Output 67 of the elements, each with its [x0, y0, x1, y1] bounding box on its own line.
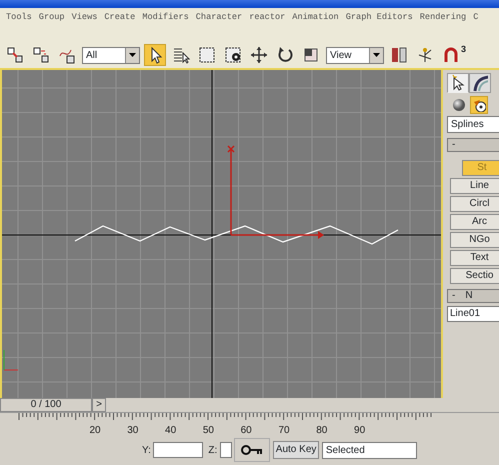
shapes-icon — [472, 98, 486, 112]
shape-button[interactable]: Circl — [450, 196, 499, 212]
scale-icon — [302, 46, 320, 64]
frame-number: 90 — [354, 425, 366, 436]
reference-coordinate-dropdown[interactable]: View — [326, 46, 384, 64]
magnet-icon — [442, 46, 460, 64]
coordinate-field[interactable] — [220, 442, 232, 458]
axis-constraint-icon — [416, 46, 434, 64]
menu-item[interactable]: reactor — [249, 11, 286, 24]
frame-number: 50 — [202, 425, 214, 436]
timeline-ruler[interactable]: 20 30 40 50 60 70 80 90 — [0, 413, 499, 438]
curve-icon — [472, 74, 488, 92]
mirror-icon — [390, 46, 408, 64]
key-mode-dropdown[interactable]: Selected — [322, 442, 417, 458]
auto-key-button[interactable]: Auto Key — [272, 441, 320, 459]
sphere-icon — [452, 98, 466, 112]
name-field[interactable]: Line01 — [447, 306, 499, 322]
coordinate-field[interactable] — [153, 442, 204, 458]
spline-line[interactable] — [74, 225, 398, 245]
modify-tab[interactable] — [469, 73, 491, 93]
next-frame-button[interactable]: > — [92, 398, 106, 412]
frame-number: 60 — [240, 425, 252, 436]
shape-button[interactable]: NGo — [450, 232, 499, 248]
rollout-header[interactable]: - N — [447, 289, 499, 303]
shape-button[interactable]: Line — [450, 178, 499, 194]
rotate-icon — [276, 46, 294, 64]
key-icon — [241, 445, 264, 455]
shape-button[interactable]: Sectio — [450, 268, 499, 284]
menu-item[interactable]: Graph Editors — [346, 11, 413, 24]
frame-number: 40 — [165, 425, 176, 436]
snap-label: 3 — [460, 43, 466, 56]
selection-filter-dropdown[interactable]: All — [82, 46, 140, 64]
menu-item[interactable]: Animation — [292, 11, 339, 24]
shape-button[interactable]: Arc — [450, 214, 499, 230]
select-by-name-icon — [172, 46, 190, 64]
shapes-category-button[interactable] — [470, 96, 488, 114]
menu-item[interactable]: Character — [196, 11, 242, 24]
rollout-header[interactable]: - — [447, 138, 499, 152]
category-dropdown[interactable]: Splines — [447, 116, 499, 133]
time-slider-handle[interactable]: 0 / 100 — [0, 398, 92, 412]
unlink-icon — [32, 46, 50, 64]
crossing-select-icon — [224, 46, 242, 64]
menu-item[interactable]: Group — [38, 11, 65, 24]
menu-item[interactable]: Rendering — [420, 11, 466, 24]
cursor-star-icon — [450, 74, 466, 92]
coordinate-label: Z: — [208, 444, 218, 458]
menu-item[interactable]: C — [473, 11, 478, 24]
link-icon — [6, 46, 24, 64]
select-tool-button[interactable] — [144, 44, 166, 66]
axis-tripod-icon — [4, 350, 18, 370]
menu-item[interactable]: Tools — [6, 11, 32, 24]
coordinate-label: Y: — [142, 444, 151, 458]
region-select-icon — [198, 46, 216, 64]
menu-item[interactable]: Views — [72, 11, 98, 24]
frame-number: 30 — [127, 425, 138, 436]
frame-number: 80 — [316, 425, 328, 436]
create-tab[interactable] — [447, 73, 469, 93]
menu-item[interactable]: Modifiers — [142, 11, 189, 24]
frame-number: 20 — [89, 425, 101, 436]
menu-item[interactable]: Create — [104, 11, 136, 24]
move-icon — [250, 46, 268, 64]
move-tool-button[interactable] — [248, 44, 270, 66]
frame-number: 70 — [278, 425, 290, 436]
caret-icon — [373, 53, 380, 57]
shape-button[interactable]: Text — [450, 250, 499, 266]
caret-icon — [129, 53, 136, 57]
set-key-button[interactable] — [234, 438, 270, 462]
